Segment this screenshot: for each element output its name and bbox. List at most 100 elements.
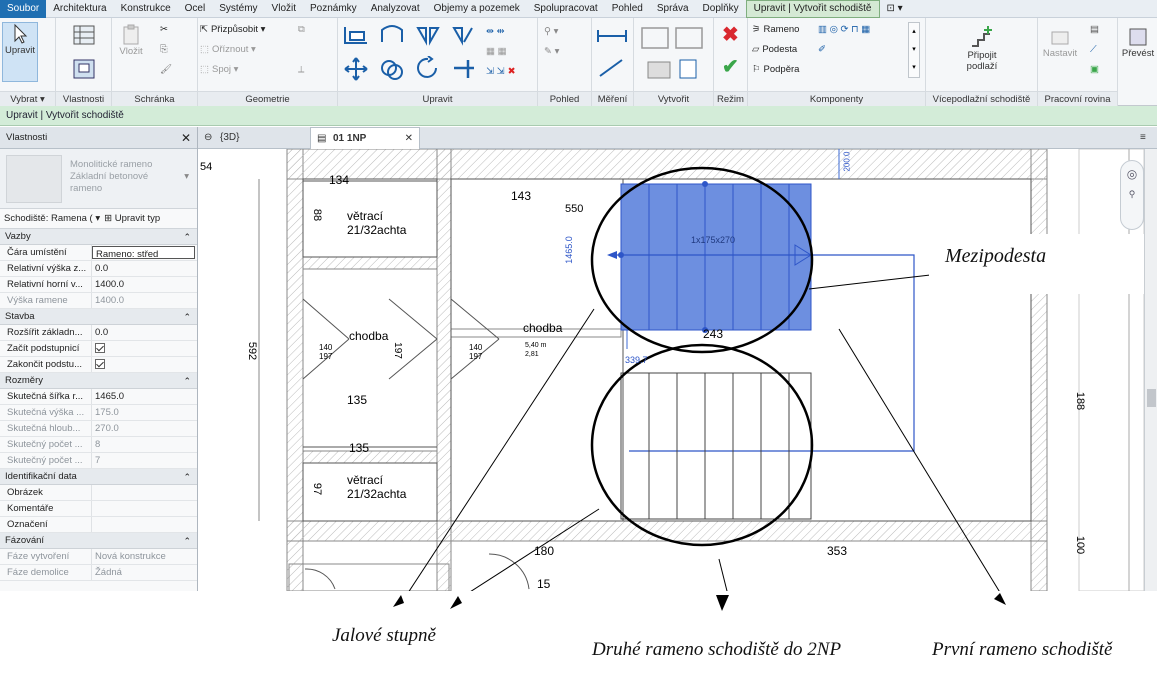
rel-base-field[interactable]: 0.0 bbox=[92, 261, 197, 276]
section-dimensions[interactable]: Rozměry ⌃ bbox=[0, 373, 197, 389]
menu-massing[interactable]: Objemy a pozemek bbox=[427, 3, 527, 14]
chevron-down-icon[interactable]: ▾ bbox=[184, 171, 189, 182]
mirror-draw-icon[interactable] bbox=[450, 24, 478, 46]
override-icon[interactable]: ✎ ▾ bbox=[544, 46, 559, 57]
section-phasing[interactable]: Fázování ⌃ bbox=[0, 533, 197, 549]
array-icon[interactable]: ▦ ▦ bbox=[486, 46, 507, 57]
scroll-thumb[interactable] bbox=[1147, 389, 1156, 407]
convert-button[interactable]: Převést bbox=[1120, 26, 1156, 59]
align-icon[interactable] bbox=[342, 24, 370, 46]
group-create-icon[interactable] bbox=[674, 26, 704, 50]
menu-annotate[interactable]: Poznámky bbox=[303, 3, 364, 14]
section-constraints[interactable]: Vazby ⌃ bbox=[0, 229, 197, 245]
run-type-icons[interactable]: ▥ ◎ ⟳ ⊓ ▦ bbox=[818, 24, 870, 35]
trim-icon[interactable] bbox=[450, 56, 478, 82]
dim-label[interactable]: 200.0 bbox=[843, 151, 852, 171]
extend-base-field[interactable]: 0.0 bbox=[92, 325, 197, 340]
collapse-icon[interactable]: ⌃ bbox=[183, 373, 191, 389]
properties-icon[interactable] bbox=[72, 24, 96, 46]
measure-icon[interactable] bbox=[596, 26, 628, 46]
dimension-icon[interactable] bbox=[596, 56, 628, 80]
support-button[interactable]: ⚐ Podpěra bbox=[752, 64, 799, 75]
mirror-icon[interactable] bbox=[414, 24, 442, 46]
collapse-icon[interactable]: ⌃ bbox=[183, 229, 191, 245]
create-similar-icon[interactable] bbox=[640, 26, 670, 50]
collapse-icon[interactable]: ⌃ bbox=[183, 309, 191, 325]
delete-icon[interactable]: ✖ bbox=[508, 66, 516, 77]
menu-modify-create-stair[interactable]: Upravit | Vytvořit schodiště bbox=[745, 0, 880, 18]
rel-top-field[interactable]: 1400.0 bbox=[92, 277, 197, 292]
wall-joins-icon[interactable]: ⟂ bbox=[298, 64, 304, 75]
menu-manage[interactable]: Správa bbox=[650, 3, 696, 14]
split-icon[interactable]: ⇹ ⇹ bbox=[486, 26, 505, 37]
navigation-bar[interactable]: ◎ ⚲ bbox=[1120, 160, 1144, 230]
menu-structure[interactable]: Konstrukce bbox=[114, 3, 178, 14]
dim-label[interactable]: 1465.0 bbox=[564, 236, 574, 264]
menu-addins[interactable]: Doplňky bbox=[696, 3, 746, 14]
menu-analyze[interactable]: Analyzovat bbox=[364, 3, 427, 14]
show-workplane-icon[interactable]: ▤ bbox=[1090, 24, 1099, 35]
zoom-icon[interactable]: ⚲ bbox=[1121, 189, 1143, 200]
cancel-icon[interactable]: ✖ bbox=[722, 22, 739, 47]
run-grip[interactable] bbox=[702, 181, 708, 187]
cut-icon[interactable]: ✂ bbox=[160, 24, 168, 35]
end-riser-checkbox[interactable] bbox=[95, 359, 105, 369]
close-icon[interactable]: ✕ bbox=[181, 127, 191, 149]
rotate-icon[interactable] bbox=[414, 56, 442, 82]
actual-width-field[interactable]: 1465.0 bbox=[92, 389, 197, 404]
hide-icon[interactable]: ⚲ ▾ bbox=[544, 26, 558, 37]
move-icon[interactable] bbox=[342, 56, 370, 82]
menu-collaborate[interactable]: Spolupracovat bbox=[527, 3, 605, 14]
viewer-icon[interactable]: ▣ bbox=[1090, 64, 1099, 75]
dim-label[interactable]: 339.7 bbox=[625, 355, 648, 365]
drawing-canvas[interactable]: 134 143 550 větrací 21/32achta větrací 2… bbox=[199, 149, 1144, 591]
image-field[interactable] bbox=[92, 485, 197, 500]
copy-element-icon[interactable] bbox=[378, 56, 406, 82]
edit-type-button[interactable]: ⊞ Upravit typ bbox=[104, 213, 160, 224]
collapse-icon[interactable]: ⌃ bbox=[183, 533, 191, 549]
scale-icon[interactable]: ⇲ ⇲ ✖ bbox=[486, 66, 516, 77]
tab-menu-icon[interactable]: ≡ bbox=[1140, 127, 1146, 149]
menu-systems[interactable]: Systémy bbox=[212, 3, 264, 14]
match-icon[interactable]: 🖌 bbox=[160, 64, 172, 75]
menu-file[interactable]: Soubor bbox=[0, 0, 47, 18]
pick-icon[interactable]: ✐ bbox=[818, 44, 826, 55]
gallery-scroll[interactable]: ▴ ▾ ▾ bbox=[908, 22, 920, 78]
collapse-icon[interactable]: ⌃ bbox=[183, 469, 191, 485]
run-button[interactable]: ⚞ Rameno bbox=[752, 24, 799, 35]
begin-riser-checkbox[interactable] bbox=[95, 343, 105, 353]
menu-architecture[interactable]: Architektura bbox=[46, 3, 113, 14]
vertical-scrollbar[interactable] bbox=[1144, 149, 1157, 591]
menu-extra[interactable]: ⊡ ▾ bbox=[880, 3, 910, 14]
location-line-field[interactable]: Rameno: střed bbox=[92, 246, 195, 259]
tab-plan[interactable]: ▤ 01 1NP ✕ bbox=[310, 127, 420, 149]
connect-levels-button[interactable]: Připojit podlaží bbox=[944, 24, 1020, 72]
paste-button[interactable]: Vložit bbox=[116, 24, 146, 57]
filter-select[interactable]: Schodiště: Ramena ( ▾ bbox=[4, 213, 100, 224]
section-construction[interactable]: Stavba ⌃ bbox=[0, 309, 197, 325]
copy-icon[interactable]: ⎘ bbox=[160, 44, 168, 55]
tab-3d[interactable]: ⊖ {3D} bbox=[198, 127, 298, 149]
finish-icon[interactable]: ✔ bbox=[722, 54, 739, 79]
menu-view[interactable]: Pohled bbox=[605, 3, 650, 14]
cut-geometry-button[interactable]: ⬚ Oříznout ▾ bbox=[200, 44, 256, 55]
section-identity[interactable]: Identifikační data ⌃ bbox=[0, 469, 197, 485]
type-selector[interactable]: Monolitické rameno Základní betonové ram… bbox=[0, 149, 197, 209]
run-endpoint[interactable] bbox=[618, 252, 624, 258]
steering-wheel-icon[interactable]: ◎ bbox=[1121, 167, 1143, 181]
modify-button[interactable]: Upravit bbox=[2, 22, 38, 82]
offset-icon[interactable] bbox=[378, 24, 406, 46]
close-tab-icon[interactable]: ✕ bbox=[405, 128, 413, 150]
menu-insert[interactable]: Vložit bbox=[265, 3, 303, 14]
landing-button[interactable]: ▱ Podesta bbox=[752, 44, 797, 55]
geometry-tool-icon[interactable]: ⧉ bbox=[298, 24, 305, 35]
group-label-select[interactable]: Vybrat ▾ bbox=[0, 91, 55, 106]
ref-plane-icon[interactable]: ⟋ bbox=[1090, 44, 1097, 55]
fit-button[interactable]: ⇱ Přizpůsobit ▾ bbox=[200, 24, 265, 35]
set-workplane-button[interactable]: Nastavit bbox=[1042, 26, 1078, 59]
type-properties-icon[interactable] bbox=[72, 58, 96, 80]
parts-icon[interactable] bbox=[644, 56, 704, 82]
mark-field[interactable] bbox=[92, 517, 197, 532]
comments-field[interactable] bbox=[92, 501, 197, 516]
join-button[interactable]: ⬚ Spoj ▾ bbox=[200, 64, 238, 75]
